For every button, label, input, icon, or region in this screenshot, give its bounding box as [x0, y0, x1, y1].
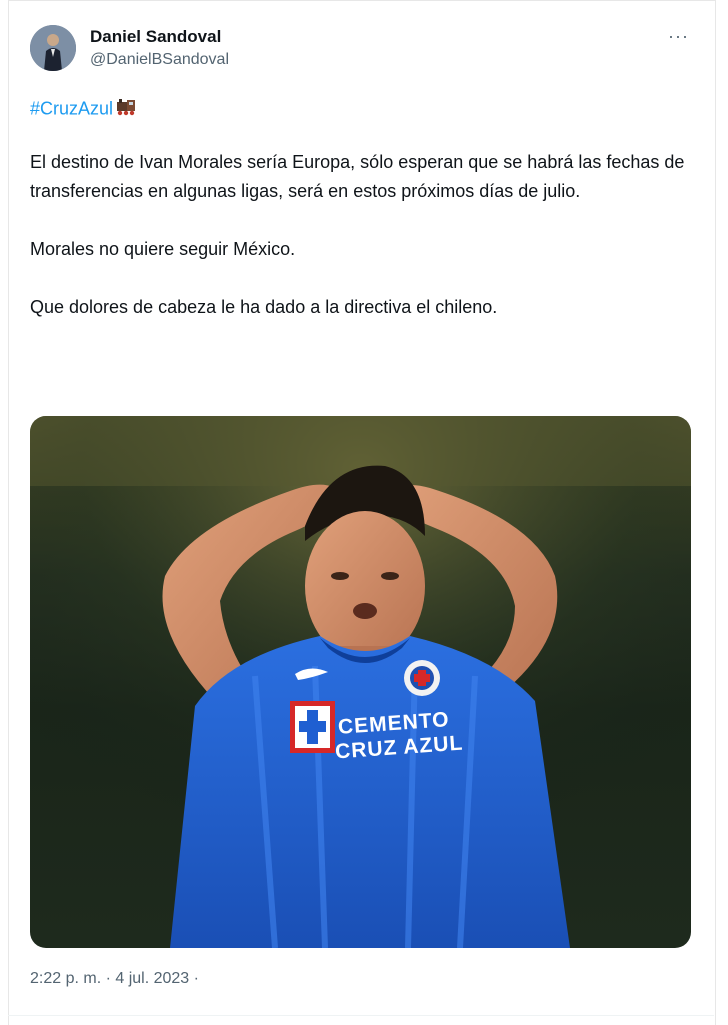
divider	[8, 1015, 714, 1016]
tweet-paragraph: El destino de Ivan Morales sería Europa,…	[30, 152, 685, 201]
author-avatar[interactable]	[30, 25, 76, 71]
hashtag-line: #CruzAzul	[30, 98, 137, 121]
tweet-timestamp[interactable]: 2:22 p. m. · 4 jul. 2023 ·	[30, 970, 199, 988]
tweet-body: El destino de Ivan Morales sería Europa,…	[30, 148, 690, 322]
avatar-photo	[30, 25, 76, 71]
tweet-paragraph: Que dolores de cabeza le ha dado a la di…	[30, 297, 498, 317]
author-handle[interactable]: @DanielBSandoval	[90, 51, 229, 69]
author-display-name[interactable]: Daniel Sandoval	[90, 27, 221, 47]
hashtag-link[interactable]: #CruzAzul	[30, 98, 113, 118]
player-image	[30, 416, 691, 948]
more-options-icon[interactable]: ···	[668, 26, 689, 47]
tweet-paragraph: Morales no quiere seguir México.	[30, 239, 296, 259]
tweet-photo[interactable]: CEMENTO CRUZ AZUL	[30, 416, 691, 948]
train-emoji	[115, 98, 137, 121]
